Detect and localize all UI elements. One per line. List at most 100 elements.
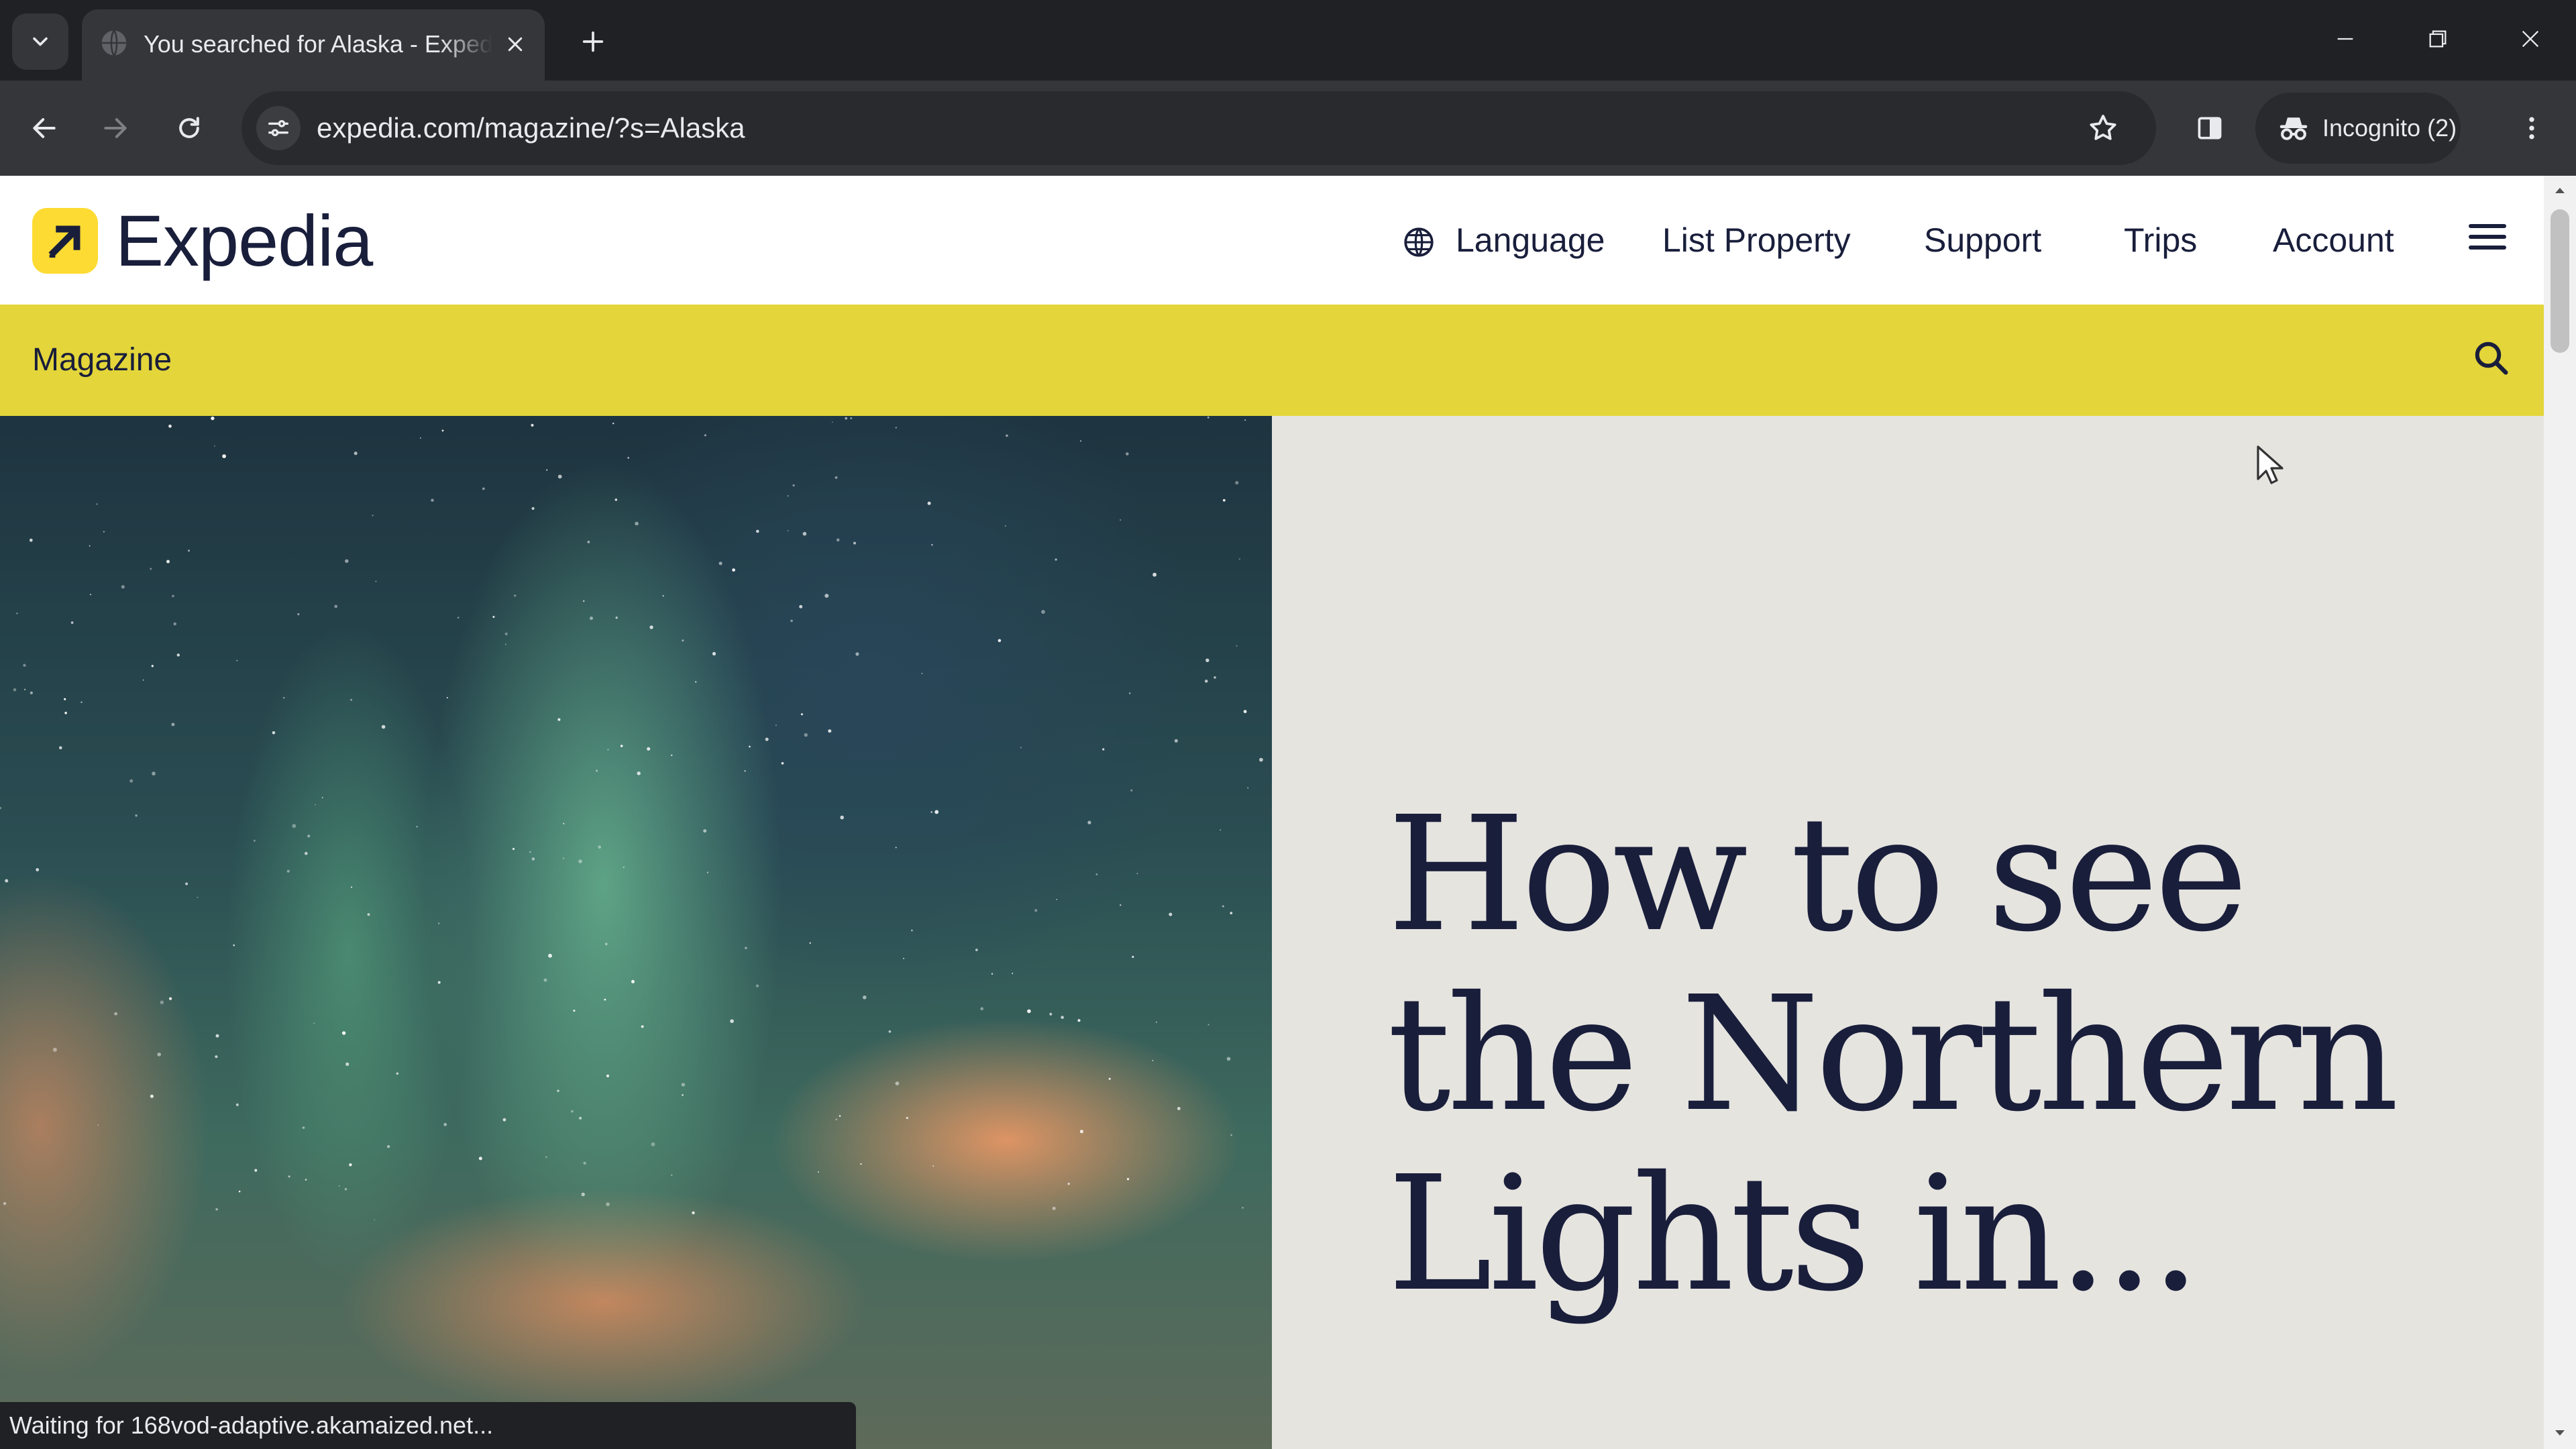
star-outline-icon: [2090, 115, 2116, 140]
side-panel-button[interactable]: [2184, 103, 2235, 154]
url-text[interactable]: expedia.com/magazine/?s=Alaska: [317, 107, 745, 149]
star: [70, 621, 74, 624]
star: [627, 457, 630, 459]
star: [706, 871, 709, 873]
star: [921, 673, 923, 674]
star: [235, 1103, 239, 1106]
address-bar[interactable]: expedia.com/magazine/?s=Alaska: [241, 91, 2156, 165]
star: [283, 697, 285, 699]
star: [344, 1187, 347, 1191]
star: [1067, 1183, 1070, 1185]
nav-list-property[interactable]: List Property: [1662, 213, 1851, 267]
star: [23, 663, 26, 667]
star: [557, 718, 561, 721]
star: [975, 949, 978, 951]
star: [297, 613, 300, 616]
site-info-button[interactable]: [256, 106, 301, 150]
incognito-profile-button[interactable]: Incognito (2): [2255, 93, 2461, 164]
scroll-thumb[interactable]: [2551, 209, 2569, 353]
page-viewport: Expedia Language List Property Support T…: [0, 176, 2576, 1449]
star: [292, 824, 297, 828]
star: [850, 417, 852, 419]
browser-menu-button[interactable]: [2506, 103, 2557, 154]
star: [804, 733, 808, 737]
browser-tab-active[interactable]: You searched for Alaska - Expedia: [82, 9, 545, 80]
star: [809, 942, 811, 944]
minimize-window-button[interactable]: [2313, 12, 2377, 66]
star: [114, 1012, 118, 1016]
star: [172, 594, 174, 598]
star: [1020, 747, 1022, 749]
restore-window-button[interactable]: [2406, 12, 2470, 66]
tab-search-button[interactable]: [12, 13, 68, 70]
star: [546, 469, 548, 471]
nav-account[interactable]: Account: [2273, 213, 2394, 267]
star: [160, 1000, 164, 1004]
nav-language[interactable]: Language: [1456, 213, 1605, 267]
new-tab-button[interactable]: [569, 17, 617, 66]
star: [1152, 1059, 1154, 1061]
star: [1087, 820, 1091, 824]
star: [341, 1031, 346, 1035]
star: [1259, 757, 1263, 762]
scroll-up-arrow-icon[interactable]: [2552, 182, 2568, 199]
hero-article[interactable]: How to see the Northern Lights in...: [0, 416, 2544, 1449]
star: [1169, 912, 1173, 916]
star: [582, 600, 585, 602]
star: [545, 1156, 547, 1159]
forward-button[interactable]: [90, 103, 141, 154]
star: [1230, 1134, 1232, 1136]
star: [381, 724, 386, 729]
star: [419, 437, 421, 439]
star: [215, 1034, 219, 1038]
star: [97, 1124, 99, 1126]
star: [166, 559, 170, 564]
star: [800, 713, 803, 716]
star: [906, 1116, 908, 1120]
star: [934, 810, 939, 814]
star: [895, 427, 897, 429]
reload-button[interactable]: [164, 103, 215, 154]
back-button[interactable]: [19, 103, 70, 154]
star: [150, 568, 152, 570]
magazine-label[interactable]: Magazine: [32, 338, 172, 382]
star: [24, 688, 26, 690]
star: [1152, 572, 1157, 577]
hero-title[interactable]: How to see the Northern Lights in...: [1387, 785, 2514, 1324]
star: [238, 1190, 241, 1193]
star: [1049, 1012, 1053, 1016]
star: [96, 503, 98, 505]
star: [151, 665, 154, 667]
star: [372, 515, 374, 517]
star: [157, 1053, 161, 1057]
star: [135, 814, 138, 817]
star: [80, 701, 83, 704]
star: [253, 839, 256, 842]
incognito-label: Incognito (2): [2322, 114, 2457, 142]
star: [1126, 452, 1129, 455]
hamburger-menu-icon[interactable]: [2469, 224, 2506, 256]
star: [606, 1074, 610, 1077]
star: [457, 616, 460, 619]
star: [438, 922, 440, 924]
star: [215, 1208, 218, 1211]
star: [718, 561, 722, 566]
close-window-button[interactable]: [2498, 12, 2563, 66]
page-scrollbar[interactable]: [2544, 176, 2576, 1449]
star: [853, 541, 856, 545]
star: [213, 445, 215, 447]
star: [211, 416, 215, 421]
search-icon[interactable]: [2471, 338, 2512, 378]
star: [637, 771, 641, 775]
star: [835, 1118, 837, 1121]
star: [641, 1025, 644, 1028]
star: [1220, 829, 1222, 831]
star: [1222, 498, 1226, 502]
scroll-down-arrow-icon[interactable]: [2552, 1425, 2568, 1441]
nav-support[interactable]: Support: [1924, 213, 2041, 267]
nav-trips[interactable]: Trips: [2124, 213, 2197, 267]
northern-lights-image[interactable]: [0, 416, 1272, 1449]
bookmark-button[interactable]: [2080, 105, 2127, 152]
tab-close-button[interactable]: [496, 25, 534, 63]
close-icon: [2522, 30, 2539, 48]
